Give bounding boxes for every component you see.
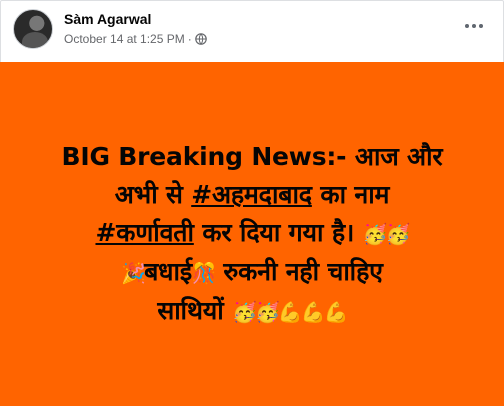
post-line-4: 🎉बधाई🎊 रुकनी नही चाहिए — [20, 253, 484, 292]
timestamp[interactable]: October 14 at 1:25 PM — [64, 32, 185, 46]
post-line-2: अभी से #अहमदाबाद का नाम — [20, 176, 484, 214]
post-line-1: BIG Breaking News:- आज और — [61, 142, 443, 171]
party-face-and-flexed-biceps-emoji: 🥳🥳💪💪💪 — [232, 300, 349, 324]
post-meta: October 14 at 1:25 PM · — [64, 32, 207, 46]
party-popper-emoji: 🎉 — [121, 261, 146, 285]
post-header: Sàm Agarwal October 14 at 1:25 PM · — [0, 0, 504, 62]
author-name[interactable]: Sàm Agarwal — [64, 11, 151, 27]
text-segment: का नाम — [311, 180, 390, 209]
text-segment: कर दिया गया है। — [193, 218, 363, 247]
hashtag-karnavati[interactable]: #कर्णावती — [95, 218, 194, 247]
more-options-icon[interactable] — [462, 18, 486, 34]
text-segment: अभी से — [114, 180, 192, 209]
text-segment: रुकनी नही चाहिए — [214, 257, 383, 286]
party-face-emoji: 🥳🥳 — [362, 222, 411, 246]
confetti-ball-emoji: 🎊 — [191, 261, 217, 285]
post-line-5: साथियों 🥳🥳💪💪💪 — [20, 292, 484, 331]
post-text: BIG Breaking News:- आज और अभी से #अहमदाब… — [20, 138, 484, 331]
post-line-3: #कर्णावती कर दिया गया है। 🥳🥳 — [20, 214, 484, 253]
avatar[interactable] — [13, 9, 53, 49]
text-segment: साथियों — [157, 296, 233, 325]
globe-icon[interactable] — [194, 33, 207, 45]
hashtag-ahmedabad[interactable]: #अहमदाबाद — [191, 180, 312, 209]
meta-separator: · — [187, 32, 192, 46]
text-segment: बधाई — [144, 257, 192, 286]
